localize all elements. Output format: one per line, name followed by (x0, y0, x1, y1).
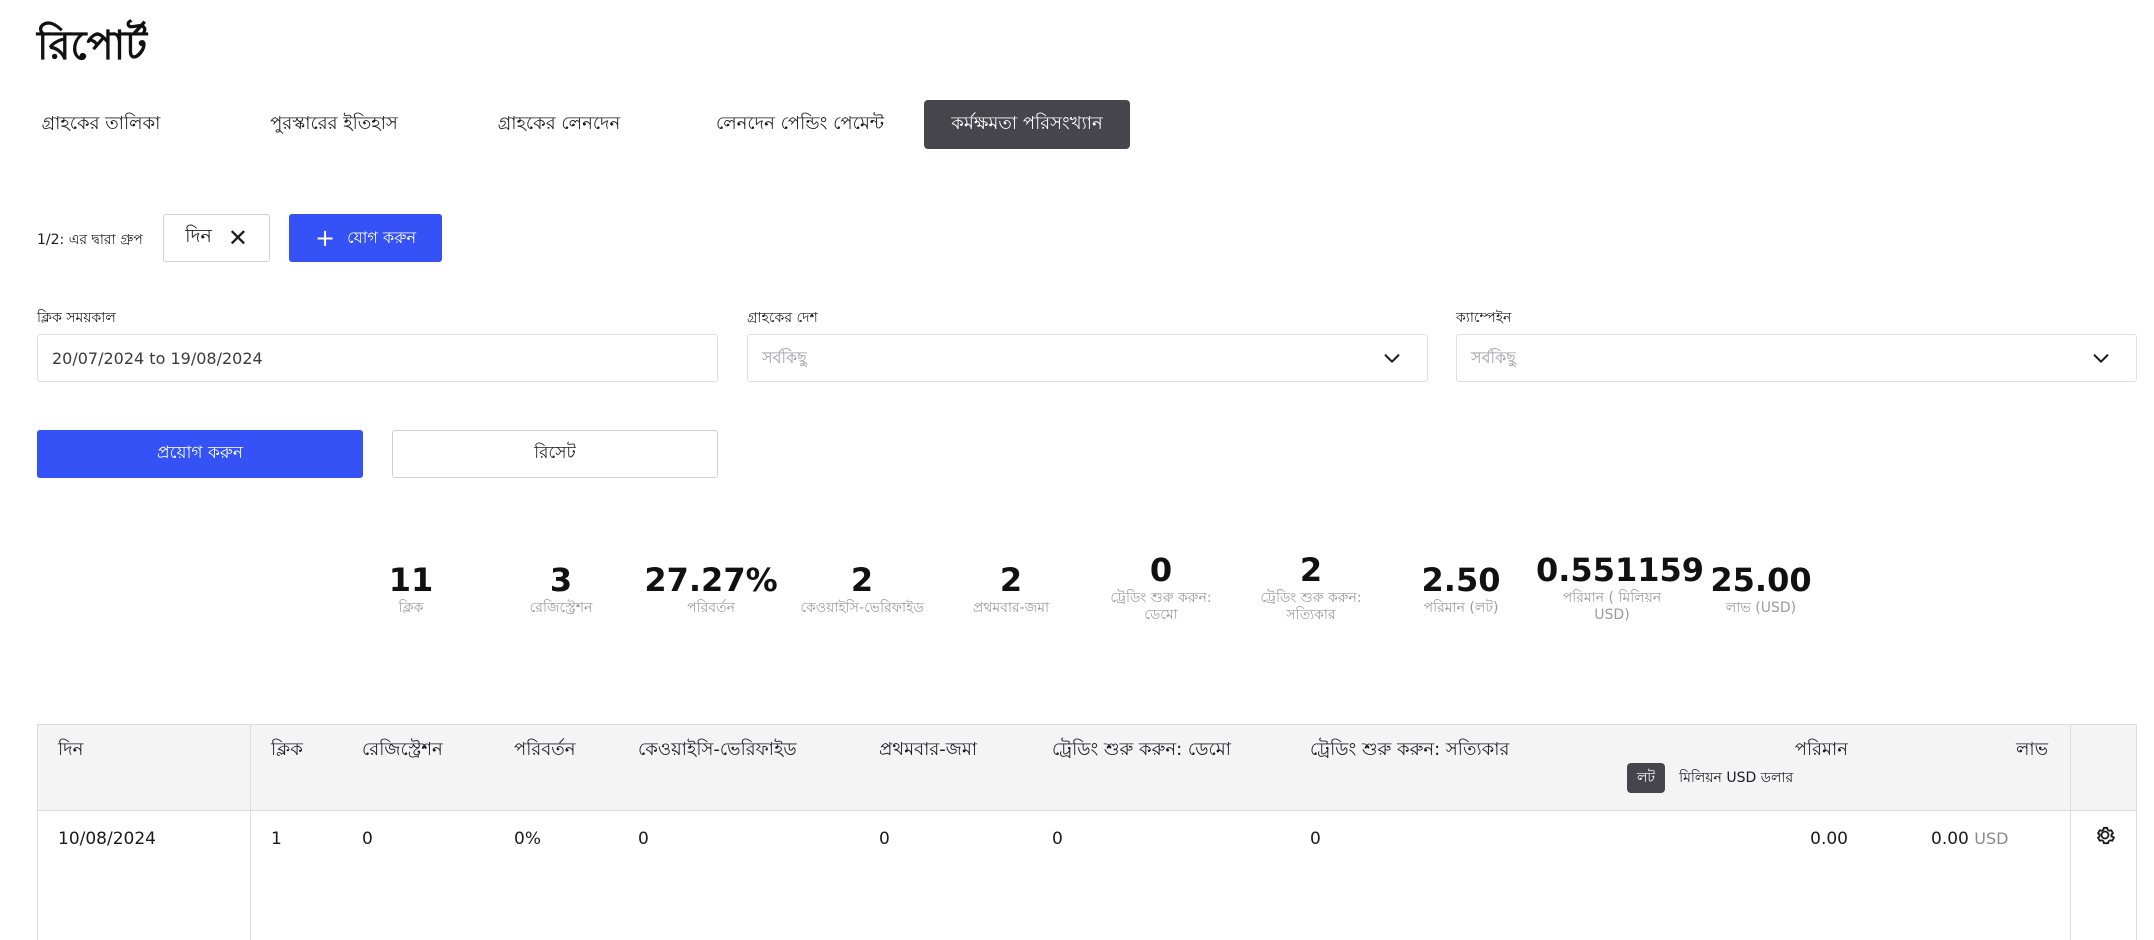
stat-value: 2 (850, 561, 874, 599)
group-by-row: 1/2: এর দ্বারা গ্রুপ দিন ✕ + যোগ করুন (37, 214, 637, 262)
header-registrations[interactable]: রেজিস্ট্রেশন (362, 735, 443, 766)
cell-first-deposit: 0 (879, 829, 890, 849)
unit-usd-option[interactable]: মিলিয়ন USD ডলার (1679, 766, 1793, 790)
column-divider (250, 725, 251, 940)
click-period-input[interactable]: 20/07/2024 to 19/08/2024 (37, 334, 718, 382)
chevron-down-icon (2093, 354, 2109, 363)
stat-kyc-verified: 2 কেওয়াইসি-ভেরিফাইড (786, 560, 938, 617)
column-divider (2070, 725, 2071, 940)
cell-trading-real: 0 (1310, 829, 1321, 849)
tab-performance-stats[interactable]: কর্মক্ষমতা পরিসংখ্যান (924, 100, 1130, 149)
campaign-select[interactable]: সর্বকিছু (1456, 334, 2137, 382)
cell-volume: 0.00 (1810, 829, 1848, 849)
stat-profit: 25.00 লাভ (USD) (1686, 560, 1836, 617)
add-group-button[interactable]: + যোগ করুন (289, 214, 442, 262)
filter-campaign: ক্যাম্পেইন সর্বকিছু (1456, 306, 2137, 382)
header-kyc-verified[interactable]: কেওয়াইসি-ভেরিফাইড (638, 735, 797, 766)
stat-clicks: 11 ক্লিক (336, 560, 486, 617)
stat-value: 27.27% (644, 561, 778, 599)
stat-value: 0 (1149, 551, 1173, 589)
add-group-label: যোগ করুন (347, 227, 417, 247)
campaign-label: ক্যাম্পেইন (1456, 310, 1512, 326)
apply-button[interactable]: প্রয়োগ করুন (37, 430, 363, 478)
stat-label: সত্যিকার (1286, 607, 1336, 623)
stat-volume-lots: 2.50 পরিমান (লট) (1386, 560, 1536, 617)
chevron-down-icon (1384, 354, 1400, 363)
stat-value: 25.00 (1710, 561, 1812, 599)
stat-value: 3 (549, 561, 573, 599)
header-conversion[interactable]: পরিবর্তন (514, 735, 576, 766)
stat-label: রেজিস্ট্রেশন (529, 600, 593, 616)
group-chip-day: দিন ✕ (163, 214, 270, 262)
click-period-label: ক্লিক সময়কাল (37, 310, 116, 326)
cell-kyc-verified: 0 (638, 829, 649, 849)
customer-country-select[interactable]: সর্বকিছু (747, 334, 1428, 382)
tab-pending-payments[interactable]: লেনদেন পেন্ডিং পেমেন্ট (685, 100, 915, 149)
table-header: দিন ক্লিক রেজিস্ট্রেশন পরিবর্তন কেওয়াইস… (38, 725, 2136, 811)
stat-label: পরিমান (লট) (1423, 600, 1499, 616)
stat-label: USD) (1594, 607, 1630, 623)
group-by-label: 1/2: এর দ্বারা গ্রুপ (37, 232, 143, 248)
cell-registrations: 0 (362, 829, 373, 849)
stat-label: লাভ (USD) (1725, 600, 1797, 616)
stat-label: ডেমো (1144, 607, 1178, 623)
cell-day: 10/08/2024 (58, 829, 156, 849)
stat-registrations: 3 রেজিস্ট্রেশন (486, 560, 636, 617)
report-tabs: গ্রাহকের তালিকা পুরস্কারের ইতিহাস গ্রাহক… (37, 100, 1137, 149)
tab-customer-transactions[interactable]: গ্রাহকের লেনদেন (473, 100, 645, 149)
performance-table: দিন ক্লিক রেজিস্ট্রেশন পরিবর্তন কেওয়াইস… (37, 724, 2137, 940)
tab-customer-list[interactable]: গ্রাহকের তালিকা (37, 100, 165, 149)
stat-value: 2.50 (1421, 561, 1501, 599)
stat-value: 11 (388, 561, 434, 599)
cell-clicks: 1 (271, 829, 282, 849)
click-period-value: 20/07/2024 to 19/08/2024 (52, 348, 263, 368)
group-chip-label: দিন (185, 225, 212, 247)
gear-icon[interactable] (2093, 823, 2117, 847)
stat-trading-demo: 0 ট্রেডিং শুরু করুন: ডেমো (1086, 550, 1236, 624)
cell-profit: 0.00 USD (1931, 829, 2008, 849)
header-trading-demo[interactable]: ট্রেডিং শুরু করুন: ডেমো (1052, 735, 1231, 766)
customer-country-label: গ্রাহকের দেশ (747, 310, 818, 326)
header-day[interactable]: দিন (58, 735, 83, 766)
profit-currency: USD (1974, 829, 2009, 848)
cell-conversion: 0% (514, 829, 541, 849)
campaign-placeholder: সর্বকিছু (1471, 347, 1516, 367)
stat-volume-usd: 0.551159 পরিমান ( মিলিয়ন USD) (1536, 550, 1705, 624)
stat-label: ক্লিক (398, 600, 424, 616)
stat-value: 2 (999, 561, 1023, 599)
filter-customer-country: গ্রাহকের দেশ সর্বকিছু (747, 306, 1428, 382)
unit-lots-option[interactable]: লট (1627, 763, 1666, 793)
stat-value: 0.551159 (1536, 551, 1705, 589)
header-volume[interactable]: পরিমান (1738, 735, 1848, 766)
stat-label: পরিবর্তন (687, 600, 735, 616)
close-icon[interactable]: ✕ (228, 226, 248, 250)
cell-trading-demo: 0 (1052, 829, 1063, 849)
stat-label: পরিমান ( মিলিয়ন (1562, 590, 1662, 606)
customer-country-placeholder: সর্বকিছু (762, 347, 807, 367)
stat-label: প্রথমবার-জমা (972, 600, 1050, 616)
header-trading-real[interactable]: ট্রেডিং শুরু করুন: সত্যিকার (1310, 735, 1509, 766)
stat-trading-real: 2 ট্রেডিং শুরু করুন: সত্যিকার (1236, 550, 1386, 624)
header-profit[interactable]: লাভ (1938, 735, 2048, 766)
stat-conversion: 27.27% পরিবর্তন (636, 560, 786, 617)
page-title: রিপোর্ট (37, 23, 148, 69)
reset-button[interactable]: রিসেট (392, 430, 718, 478)
plus-icon: + (314, 224, 336, 252)
header-clicks[interactable]: ক্লিক (271, 735, 303, 766)
tab-reward-history[interactable]: পুরস্কারের ইতিহাস (248, 100, 420, 149)
profit-value: 0.00 (1931, 829, 1969, 849)
volume-unit-toggle: লট মিলিয়ন USD ডলার (1627, 763, 1793, 793)
stat-first-deposit: 2 প্রথমবার-জমা (936, 560, 1086, 617)
header-first-deposit[interactable]: প্রথমবার-জমা (879, 735, 977, 766)
filter-click-period: ক্লিক সময়কাল 20/07/2024 to 19/08/2024 (37, 306, 718, 382)
stat-label: ট্রেডিং শুরু করুন: (1260, 590, 1362, 606)
stat-label: কেওয়াইসি-ভেরিফাইড (800, 600, 924, 616)
stat-label: ট্রেডিং শুরু করুন: (1110, 590, 1212, 606)
stat-value: 2 (1299, 551, 1323, 589)
